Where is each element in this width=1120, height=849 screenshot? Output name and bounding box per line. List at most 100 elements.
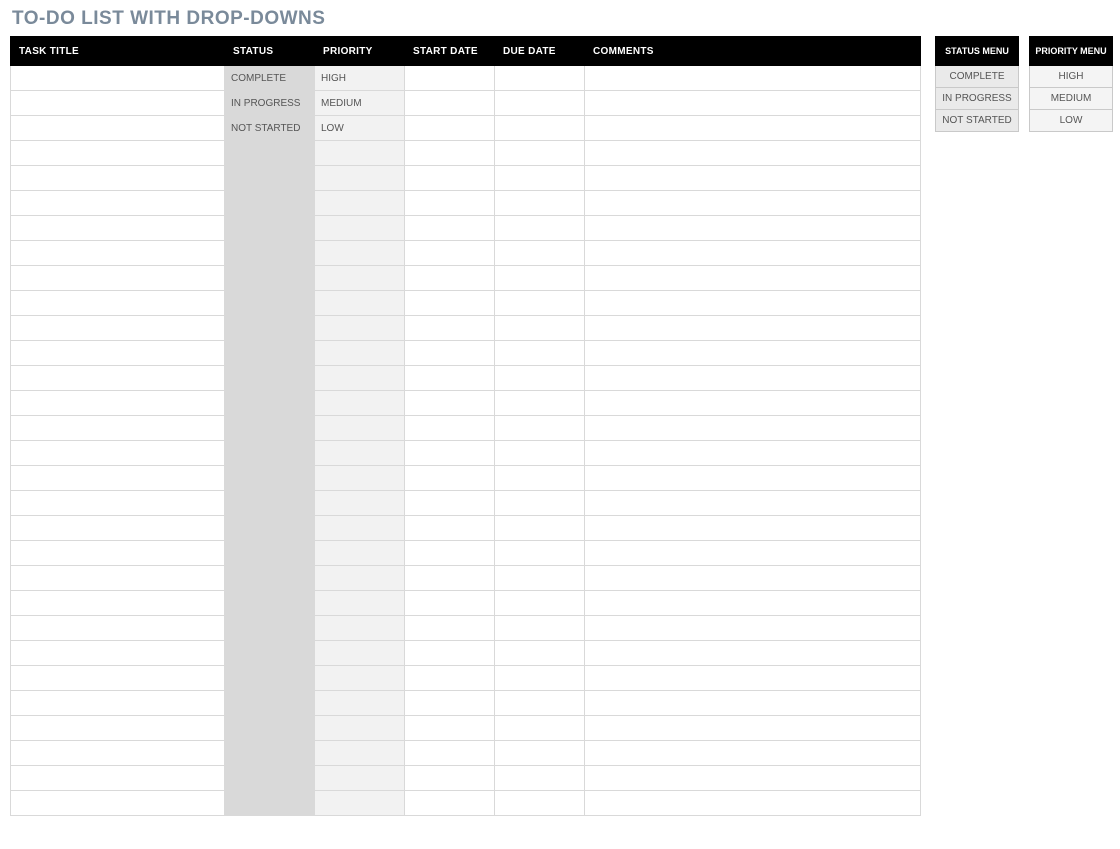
cell-priority[interactable] (315, 266, 405, 291)
cell-due-date[interactable] (495, 141, 585, 166)
cell-comments[interactable] (585, 316, 921, 341)
cell-status[interactable] (225, 391, 315, 416)
cell-comments[interactable] (585, 516, 921, 541)
cell-status[interactable] (225, 241, 315, 266)
status-menu-option[interactable]: COMPLETE (936, 66, 1019, 88)
cell-start-date[interactable] (405, 566, 495, 591)
cell-comments[interactable] (585, 216, 921, 241)
cell-due-date[interactable] (495, 466, 585, 491)
cell-status[interactable] (225, 466, 315, 491)
cell-due-date[interactable] (495, 316, 585, 341)
cell-due-date[interactable] (495, 541, 585, 566)
cell-start-date[interactable] (405, 241, 495, 266)
cell-task-title[interactable] (11, 566, 225, 591)
cell-comments[interactable] (585, 466, 921, 491)
cell-priority[interactable] (315, 216, 405, 241)
cell-start-date[interactable] (405, 91, 495, 116)
cell-comments[interactable] (585, 116, 921, 141)
cell-start-date[interactable] (405, 466, 495, 491)
cell-status[interactable] (225, 291, 315, 316)
cell-priority[interactable] (315, 291, 405, 316)
cell-due-date[interactable] (495, 291, 585, 316)
cell-comments[interactable] (585, 416, 921, 441)
cell-task-title[interactable] (11, 716, 225, 741)
cell-comments[interactable] (585, 66, 921, 91)
cell-start-date[interactable] (405, 591, 495, 616)
cell-status[interactable] (225, 416, 315, 441)
cell-task-title[interactable] (11, 316, 225, 341)
cell-due-date[interactable] (495, 766, 585, 791)
cell-task-title[interactable] (11, 741, 225, 766)
cell-start-date[interactable] (405, 141, 495, 166)
cell-due-date[interactable] (495, 741, 585, 766)
cell-comments[interactable] (585, 441, 921, 466)
cell-priority[interactable]: LOW (315, 116, 405, 141)
cell-task-title[interactable] (11, 341, 225, 366)
cell-start-date[interactable] (405, 316, 495, 341)
cell-due-date[interactable] (495, 166, 585, 191)
cell-comments[interactable] (585, 766, 921, 791)
cell-start-date[interactable] (405, 216, 495, 241)
cell-comments[interactable] (585, 391, 921, 416)
cell-status[interactable] (225, 791, 315, 816)
cell-status[interactable] (225, 566, 315, 591)
cell-start-date[interactable] (405, 766, 495, 791)
cell-task-title[interactable] (11, 541, 225, 566)
cell-comments[interactable] (585, 166, 921, 191)
cell-start-date[interactable] (405, 366, 495, 391)
cell-due-date[interactable] (495, 341, 585, 366)
cell-due-date[interactable] (495, 591, 585, 616)
cell-start-date[interactable] (405, 791, 495, 816)
cell-due-date[interactable] (495, 191, 585, 216)
cell-comments[interactable] (585, 691, 921, 716)
cell-task-title[interactable] (11, 391, 225, 416)
cell-start-date[interactable] (405, 441, 495, 466)
cell-due-date[interactable] (495, 391, 585, 416)
cell-priority[interactable] (315, 666, 405, 691)
cell-priority[interactable] (315, 366, 405, 391)
cell-comments[interactable] (585, 291, 921, 316)
cell-due-date[interactable] (495, 241, 585, 266)
cell-due-date[interactable] (495, 416, 585, 441)
cell-status[interactable] (225, 141, 315, 166)
cell-task-title[interactable] (11, 616, 225, 641)
cell-due-date[interactable] (495, 266, 585, 291)
status-menu-option[interactable]: IN PROGRESS (936, 88, 1019, 110)
cell-priority[interactable] (315, 416, 405, 441)
cell-priority[interactable] (315, 691, 405, 716)
cell-status[interactable] (225, 716, 315, 741)
cell-status[interactable] (225, 341, 315, 366)
cell-start-date[interactable] (405, 666, 495, 691)
cell-start-date[interactable] (405, 341, 495, 366)
cell-status[interactable] (225, 541, 315, 566)
cell-start-date[interactable] (405, 641, 495, 666)
cell-task-title[interactable] (11, 791, 225, 816)
cell-task-title[interactable] (11, 166, 225, 191)
cell-comments[interactable] (585, 641, 921, 666)
cell-comments[interactable] (585, 141, 921, 166)
cell-due-date[interactable] (495, 91, 585, 116)
cell-start-date[interactable] (405, 416, 495, 441)
cell-comments[interactable] (585, 591, 921, 616)
cell-due-date[interactable] (495, 566, 585, 591)
cell-comments[interactable] (585, 341, 921, 366)
cell-status[interactable] (225, 666, 315, 691)
cell-task-title[interactable] (11, 116, 225, 141)
cell-priority[interactable] (315, 541, 405, 566)
cell-status[interactable] (225, 516, 315, 541)
cell-status[interactable] (225, 316, 315, 341)
cell-comments[interactable] (585, 566, 921, 591)
cell-comments[interactable] (585, 366, 921, 391)
cell-start-date[interactable] (405, 116, 495, 141)
cell-priority[interactable] (315, 791, 405, 816)
cell-priority[interactable] (315, 766, 405, 791)
cell-status[interactable] (225, 616, 315, 641)
cell-task-title[interactable] (11, 241, 225, 266)
cell-status[interactable] (225, 491, 315, 516)
cell-due-date[interactable] (495, 116, 585, 141)
cell-priority[interactable] (315, 391, 405, 416)
cell-task-title[interactable] (11, 191, 225, 216)
cell-task-title[interactable] (11, 216, 225, 241)
cell-task-title[interactable] (11, 491, 225, 516)
cell-start-date[interactable] (405, 616, 495, 641)
